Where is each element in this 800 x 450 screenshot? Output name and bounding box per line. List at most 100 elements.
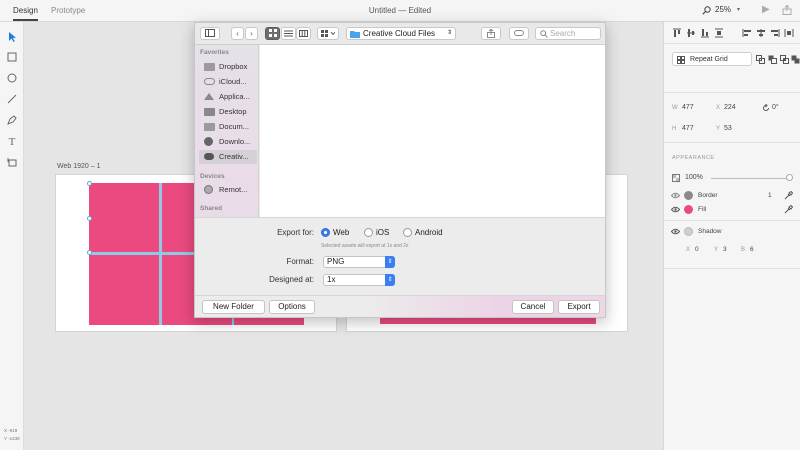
sidebar-item-downloads[interactable]: Downlo... — [199, 135, 257, 149]
height-field[interactable]: 477 — [682, 125, 694, 132]
line-tool-icon[interactable] — [6, 94, 18, 106]
opacity-slider-handle[interactable] — [786, 174, 793, 181]
sidebar-item-dropbox[interactable]: Dropbox — [199, 60, 257, 74]
sidebar-item-desktop[interactable]: Desktop — [199, 105, 257, 119]
arrange-button[interactable] — [317, 27, 339, 40]
boolean-intersect-icon[interactable] — [780, 55, 789, 64]
border-color-swatch[interactable] — [684, 191, 693, 200]
sidebar-item-applications[interactable]: Applica... — [199, 90, 257, 104]
sidebar-item-icloud[interactable]: iCloud... — [199, 75, 257, 89]
radio-ios-control[interactable] — [364, 228, 373, 237]
eye-icon[interactable] — [671, 206, 680, 213]
radio-web-control[interactable] — [321, 228, 330, 237]
share-button[interactable] — [481, 27, 501, 40]
rectangle-tool-icon[interactable] — [6, 52, 18, 64]
location-dropdown[interactable]: Creative Cloud Files ⇕ — [346, 27, 456, 40]
column-view-button[interactable] — [296, 27, 311, 40]
shadow-color-swatch[interactable] — [684, 227, 693, 236]
artboard-tool-icon[interactable] — [6, 157, 18, 169]
boolean-add-icon[interactable] — [756, 55, 765, 64]
search-icon[interactable] — [702, 6, 711, 17]
align-bottom-icon[interactable] — [700, 28, 710, 38]
shadow-blur-field[interactable]: 6 — [750, 246, 754, 253]
icon-view-button[interactable] — [265, 27, 280, 40]
grid-cell[interactable] — [89, 255, 159, 325]
chevron-right-icon: › — [250, 29, 253, 38]
border-width-field[interactable]: 1 — [768, 192, 772, 199]
repeat-grid-label: Repeat Grid — [690, 56, 728, 63]
sidebar-item-creative-cloud[interactable]: Creativ... — [199, 150, 257, 164]
repeat-grid-button[interactable]: Repeat Grid — [672, 52, 752, 66]
eyedropper-icon[interactable] — [784, 191, 793, 200]
new-folder-button[interactable]: New Folder — [202, 300, 265, 314]
export-button[interactable]: Export — [558, 300, 600, 314]
text-tool-icon[interactable]: T — [6, 136, 18, 148]
shadow-y-field[interactable]: 3 — [723, 246, 727, 253]
zoom-level[interactable]: 25% — [715, 5, 731, 14]
format-select[interactable]: PNG ⇕ — [323, 256, 395, 268]
arrange-icon — [321, 30, 336, 37]
align-middle-icon[interactable] — [686, 28, 696, 38]
fill-color-swatch[interactable] — [684, 205, 693, 214]
eye-icon[interactable] — [671, 192, 680, 199]
boolean-subtract-icon[interactable] — [768, 55, 777, 64]
distribute-horizontal-icon[interactable] — [784, 28, 794, 38]
options-button[interactable]: Options — [269, 300, 315, 314]
share-icon[interactable] — [782, 4, 792, 17]
tags-button[interactable] — [509, 27, 529, 40]
divider — [664, 220, 800, 221]
sidebar-item-remote-disc[interactable]: Remot... — [199, 183, 257, 197]
eye-icon[interactable] — [671, 228, 680, 235]
file-browser-area[interactable] — [260, 45, 605, 217]
sidebar-item-label: Docum... — [219, 122, 250, 131]
selection-handle[interactable] — [87, 216, 92, 221]
search-field[interactable]: Search — [535, 27, 601, 40]
selection-handle[interactable] — [87, 181, 92, 186]
y-field[interactable]: 53 — [724, 125, 732, 132]
sidebar-item-documents[interactable]: Docum... — [199, 120, 257, 134]
search-icon — [540, 30, 548, 38]
radio-android[interactable]: Android — [403, 228, 453, 238]
rotation-field[interactable]: 0° — [772, 104, 779, 111]
width-field[interactable]: 477 — [682, 104, 694, 111]
align-top-icon[interactable] — [672, 28, 682, 38]
opacity-value[interactable]: 100% — [685, 174, 703, 181]
boolean-exclude-icon[interactable] — [791, 55, 800, 64]
pen-tool-icon[interactable] — [6, 115, 18, 127]
dialog-toolbar: ‹ › Creative Cloud Files ⇕ Search — [195, 23, 605, 45]
y-label: Y — [716, 126, 721, 132]
opacity-slider[interactable] — [711, 178, 791, 179]
select-tool-icon[interactable] — [6, 31, 18, 43]
radio-android-control[interactable] — [403, 228, 412, 237]
rotation-icon — [763, 104, 769, 111]
cancel-button[interactable]: Cancel — [512, 300, 554, 314]
desktop-icon — [204, 108, 215, 116]
distribute-vertical-icon[interactable] — [714, 28, 724, 38]
export-hint: Selected assets will export at 1x and 2x — [321, 243, 409, 249]
designed-at-select[interactable]: 1x ⇕ — [323, 274, 395, 286]
sidebar-item-label: Dropbox — [219, 62, 248, 71]
sidebar-toggle-button[interactable] — [200, 27, 220, 40]
artboard-label[interactable]: Web 1920 – 1 — [57, 163, 100, 170]
grid-cell[interactable] — [89, 183, 159, 252]
shadow-x-field[interactable]: 0 — [695, 246, 699, 253]
list-view-button[interactable] — [281, 27, 296, 40]
back-button[interactable]: ‹ — [231, 27, 244, 40]
shadow-x-label: X — [686, 247, 691, 253]
export-dialog: ‹ › Creative Cloud Files ⇕ Search Favori… — [194, 22, 606, 318]
x-field[interactable]: 224 — [724, 104, 736, 111]
selection-handle[interactable] — [87, 250, 92, 255]
align-center-icon[interactable] — [756, 28, 766, 38]
forward-button[interactable]: › — [245, 27, 258, 40]
repeat-grid-row-gap[interactable] — [89, 252, 202, 255]
documents-icon — [204, 123, 215, 131]
align-left-icon[interactable] — [742, 28, 752, 38]
sidebar-item-label: Remot... — [219, 185, 248, 194]
shadow-label: Shadow — [698, 228, 722, 235]
align-right-icon[interactable] — [770, 28, 780, 38]
play-icon[interactable]: ▶ — [762, 4, 770, 15]
eyedropper-icon[interactable] — [784, 205, 793, 214]
ellipse-tool-icon[interactable] — [6, 73, 18, 85]
radio-ios[interactable]: iOS — [364, 228, 404, 238]
chevron-down-icon[interactable]: ▾ — [737, 6, 740, 13]
